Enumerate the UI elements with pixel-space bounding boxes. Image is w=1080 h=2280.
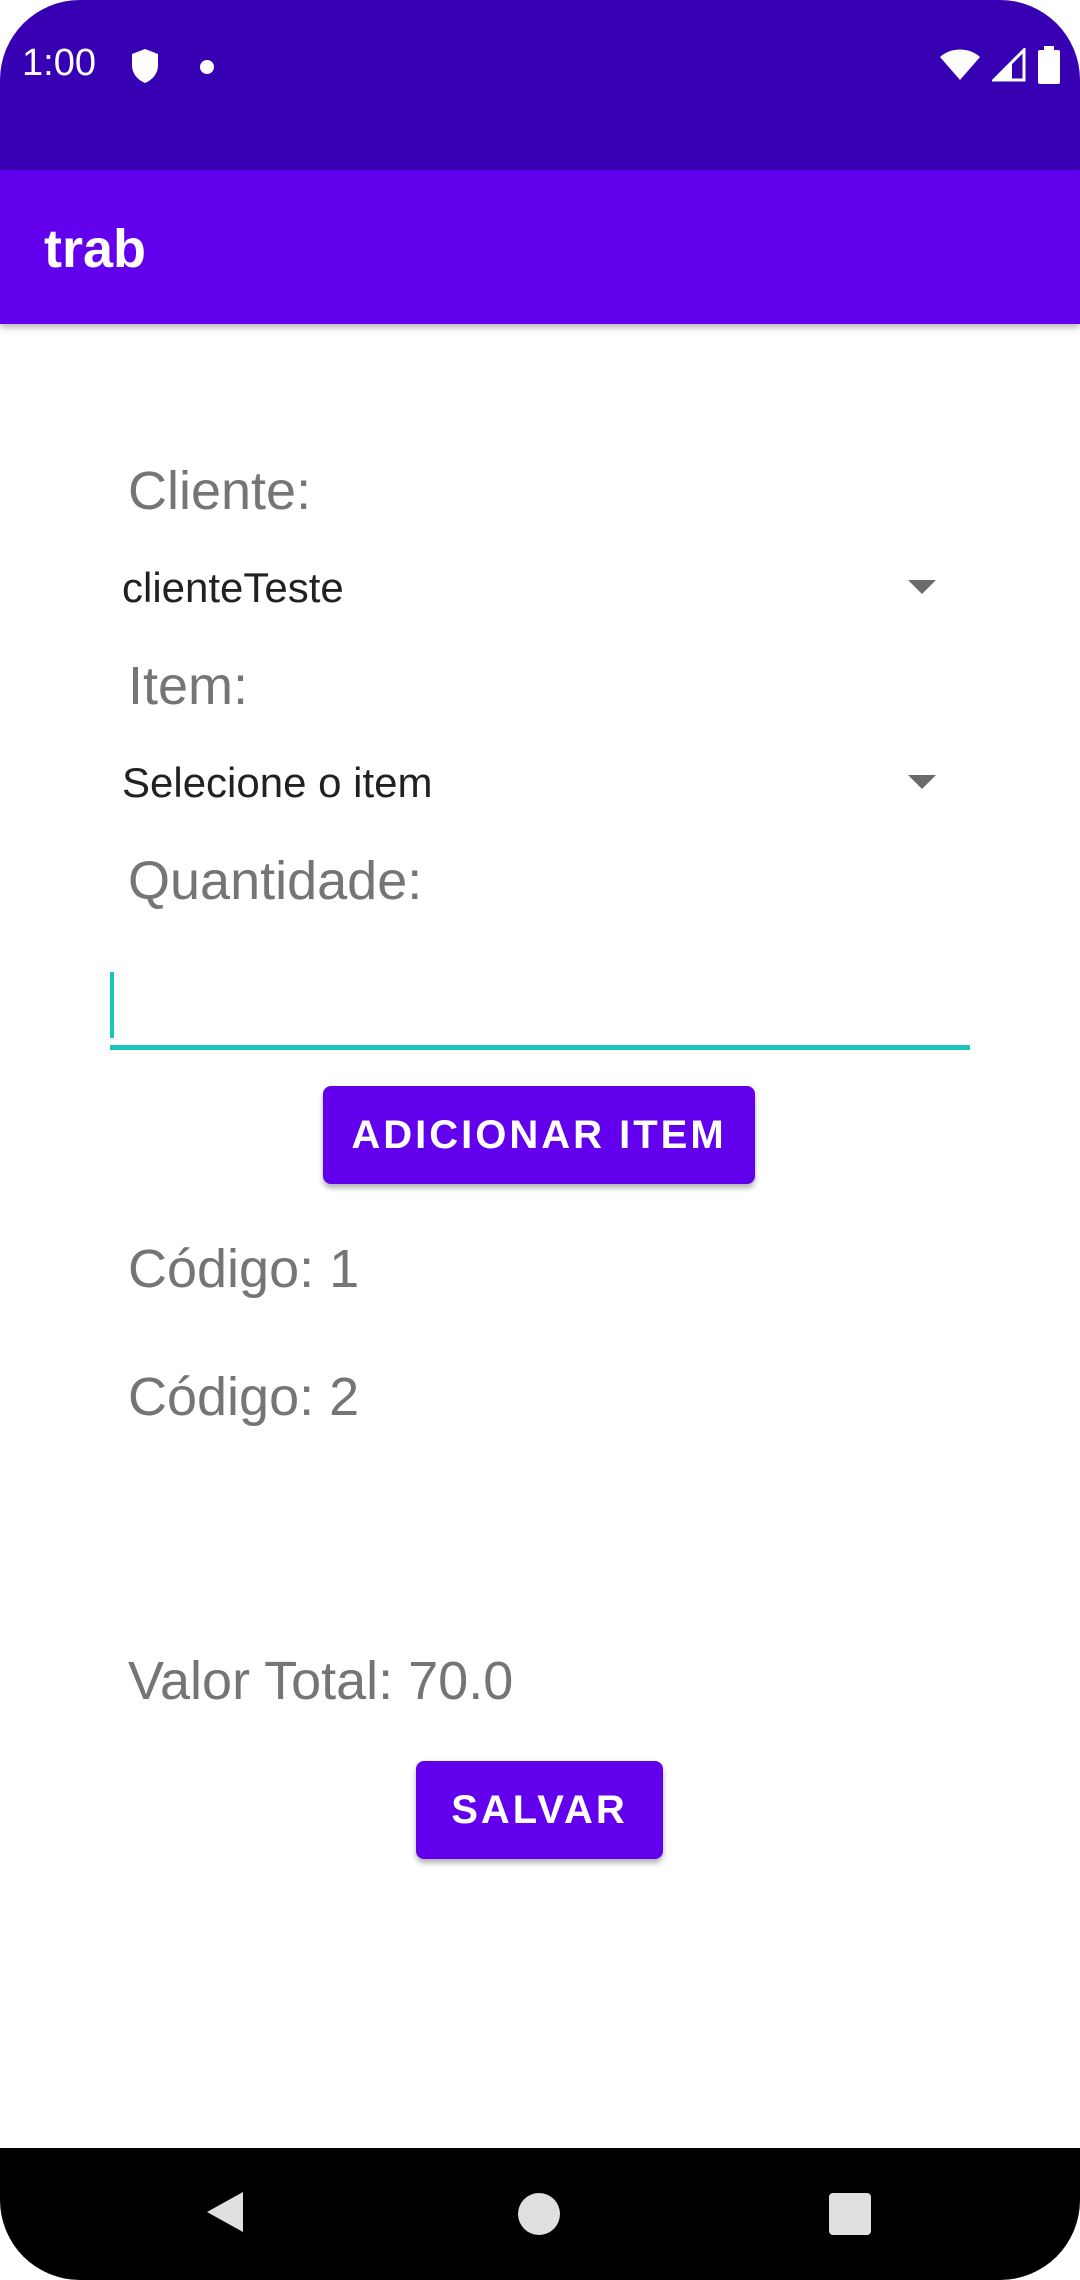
home-icon[interactable] [518,2193,560,2235]
item-code-2: Código: 2 [128,1367,360,1427]
phone-screen: 1:00 trab Cliente: clienteTeste Item: Se… [0,0,1080,2280]
dropdown-arrow-icon [908,580,936,594]
text-cursor [110,972,114,1038]
status-bar: 1:00 [0,0,1080,170]
back-icon[interactable] [205,2190,245,2239]
navigation-bar [0,2148,1080,2280]
battery-icon [1038,46,1060,89]
recents-icon[interactable] [829,2193,871,2235]
add-item-button[interactable]: ADICIONAR ITEM [323,1086,755,1184]
item-code-1: Código: 1 [128,1239,360,1299]
shield-icon [130,48,160,89]
cliente-spinner[interactable]: clienteTeste [112,550,942,630]
app-bar: trab [0,170,1080,324]
input-underline [110,1045,970,1050]
app-title: trab [44,219,147,279]
status-time: 1:00 [22,42,96,84]
item-spinner[interactable]: Selecione o item [112,745,942,825]
quantidade-input[interactable] [110,960,970,1050]
cliente-spinner-value: clienteTeste [122,564,344,611]
notification-dot-icon [200,60,214,74]
item-label: Item: [128,656,249,716]
cell-signal-icon [990,46,1026,87]
cliente-label: Cliente: [128,461,312,521]
save-button[interactable]: SALVAR [416,1761,663,1859]
item-spinner-value: Selecione o item [122,759,433,806]
total-value: Valor Total: 70.0 [128,1651,514,1711]
dropdown-arrow-icon [908,775,936,789]
wifi-icon [940,49,980,86]
quantidade-label: Quantidade: [128,851,423,911]
status-icons [940,46,1060,89]
